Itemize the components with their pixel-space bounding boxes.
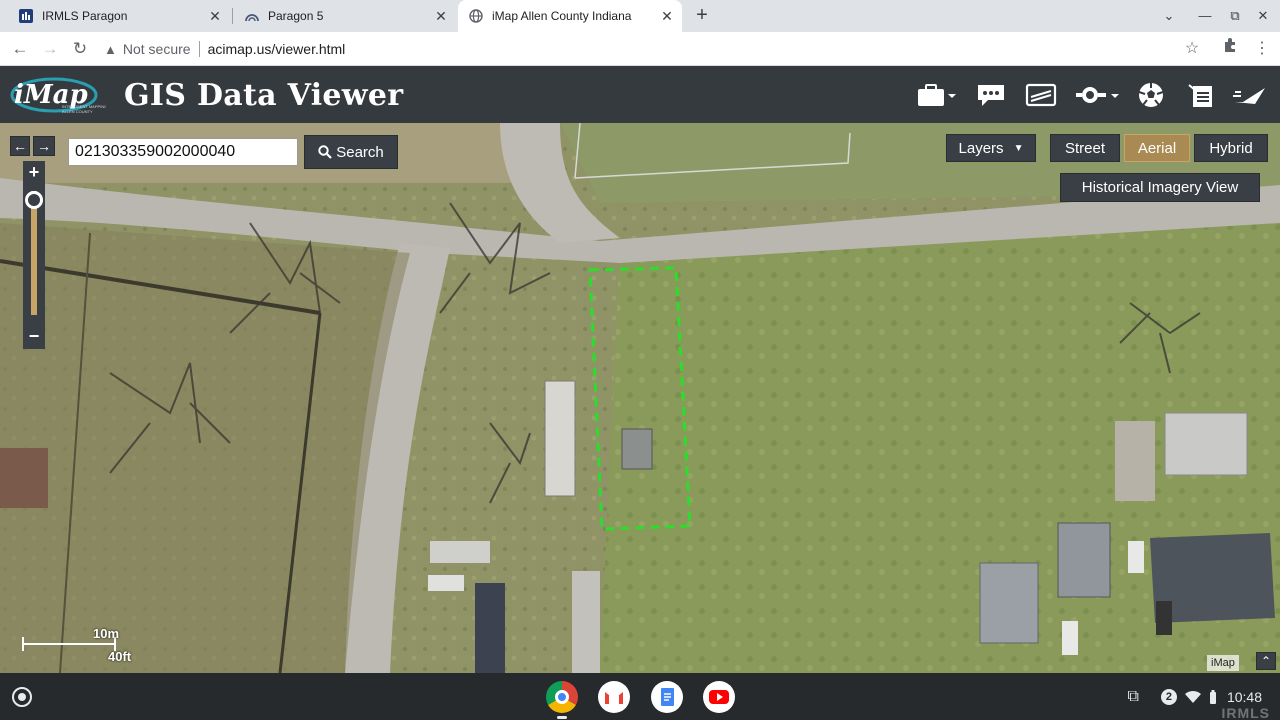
app-header: iMap INTELLIGENT MAPPING ALLEN COUNTY GI… — [0, 66, 1280, 123]
comment-icon[interactable] — [974, 81, 1008, 109]
security-label: Not secure — [122, 41, 191, 57]
parcel-search-input[interactable] — [68, 138, 298, 166]
minimize-icon[interactable]: — — [1194, 5, 1216, 27]
historical-imagery-button[interactable]: Historical Imagery View — [1060, 173, 1260, 202]
extensions-puzzle-icon[interactable] — [1218, 37, 1242, 61]
send-icon[interactable] — [1230, 81, 1270, 109]
scale-imperial-label: 40ft — [108, 649, 132, 664]
zoom-track[interactable] — [31, 191, 37, 315]
imap-logo[interactable]: iMap INTELLIGENT MAPPING ALLEN COUNTY — [10, 75, 107, 115]
tab-search-chevron-down-icon[interactable]: ⌄ — [1158, 5, 1180, 27]
attribution-label[interactable]: iMap — [1207, 655, 1239, 671]
restore-icon[interactable]: ⧉ — [1224, 5, 1246, 27]
screen-capture-icon[interactable]: ⧉ — [1128, 688, 1139, 706]
zoom-in-button[interactable]: + — [23, 161, 45, 183]
tab-paragon-5[interactable]: Paragon 5 ✕ — [234, 0, 456, 32]
zoom-handle[interactable] — [25, 191, 43, 210]
map-canvas[interactable]: ← → Search + − Layers ▼ Street Aerial Hy… — [0, 123, 1280, 673]
browser-tab-strip: IRMLS Paragon ✕ Paragon 5 ✕ iMap Allen C… — [0, 0, 1280, 32]
youtube-icon[interactable] — [703, 681, 735, 713]
tab-title: Paragon 5 — [268, 9, 324, 23]
clipboard-list-icon[interactable] — [1184, 81, 1218, 109]
menu-kebab-icon[interactable]: ⋮ — [1250, 37, 1274, 61]
notification-count-badge: 2 — [1160, 689, 1177, 705]
wifi-icon — [1184, 690, 1201, 703]
paragon-icon — [244, 8, 260, 24]
battery-icon — [1209, 690, 1216, 704]
pan-right-arrow-icon[interactable]: → — [33, 136, 55, 156]
search-button[interactable]: Search — [304, 135, 398, 169]
selected-parcel-outline[interactable] — [0, 123, 1280, 673]
tools-icon[interactable] — [1072, 81, 1120, 109]
logo-county: ALLEN COUNTY — [62, 109, 93, 114]
zoom-slider[interactable]: + − — [23, 161, 45, 349]
close-tab-icon[interactable]: ✕ — [208, 9, 222, 23]
layers-card-icon[interactable] — [1024, 81, 1058, 109]
gmail-icon[interactable] — [598, 681, 630, 713]
zoom-out-button[interactable]: − — [23, 325, 45, 347]
scale-metric-label: 10m — [93, 626, 120, 641]
url-text: acimap.us/viewer.html — [207, 41, 346, 57]
irmls-icon — [18, 8, 34, 24]
launcher-icon[interactable] — [12, 687, 32, 707]
search-icon — [318, 145, 333, 159]
reload-icon[interactable]: ↻ — [68, 37, 92, 61]
tab-title: IRMLS Paragon — [42, 9, 128, 23]
browser-toolbar: ← → ↻ ▲ Not secure acimap.us/viewer.html… — [0, 32, 1280, 66]
os-shelf: ⧉ 2 10:48 — [0, 673, 1280, 720]
close-window-icon[interactable]: ✕ — [1252, 5, 1274, 27]
warning-triangle-icon: ▲ — [104, 41, 117, 57]
briefcase-icon[interactable] — [914, 81, 958, 109]
tab-irmls-paragon[interactable]: IRMLS Paragon ✕ — [8, 0, 230, 32]
soccer-ball-icon[interactable] — [1134, 81, 1168, 109]
clock-time: 10:48 — [1226, 689, 1262, 705]
globe-icon — [468, 8, 484, 24]
tab-imap-allen-county[interactable]: iMap Allen County Indiana ✕ — [458, 0, 682, 32]
app-title: GIS Data Viewer — [124, 78, 404, 113]
address-bar[interactable]: ▲ Not secure acimap.us/viewer.html — [104, 36, 1214, 62]
basemap-hybrid-button[interactable]: Hybrid — [1194, 134, 1268, 162]
new-tab-button[interactable]: + — [690, 4, 714, 28]
pan-left-arrow-icon[interactable]: ← — [10, 136, 30, 156]
search-button-label: Search — [336, 143, 384, 161]
caret-down-icon: ▼ — [1013, 142, 1024, 154]
tab-title: iMap Allen County Indiana — [492, 9, 632, 23]
basemap-street-button[interactable]: Street — [1050, 134, 1120, 162]
bookmark-star-icon[interactable]: ☆ — [1180, 37, 1204, 61]
layers-label: Layers — [958, 139, 1004, 157]
expand-chevron-up-icon[interactable]: ⌃ — [1256, 652, 1276, 670]
basemap-aerial-button[interactable]: Aerial — [1124, 134, 1190, 162]
watermark: IRMLS — [1221, 705, 1270, 720]
back-arrow-icon[interactable]: ← — [8, 37, 32, 61]
forward-arrow-icon[interactable]: → — [38, 37, 62, 61]
layers-dropdown-button[interactable]: Layers ▼ — [946, 134, 1036, 162]
chrome-icon[interactable] — [546, 681, 578, 713]
docs-icon[interactable] — [651, 681, 683, 713]
close-tab-icon[interactable]: ✕ — [434, 9, 448, 23]
close-tab-icon[interactable]: ✕ — [660, 9, 674, 23]
